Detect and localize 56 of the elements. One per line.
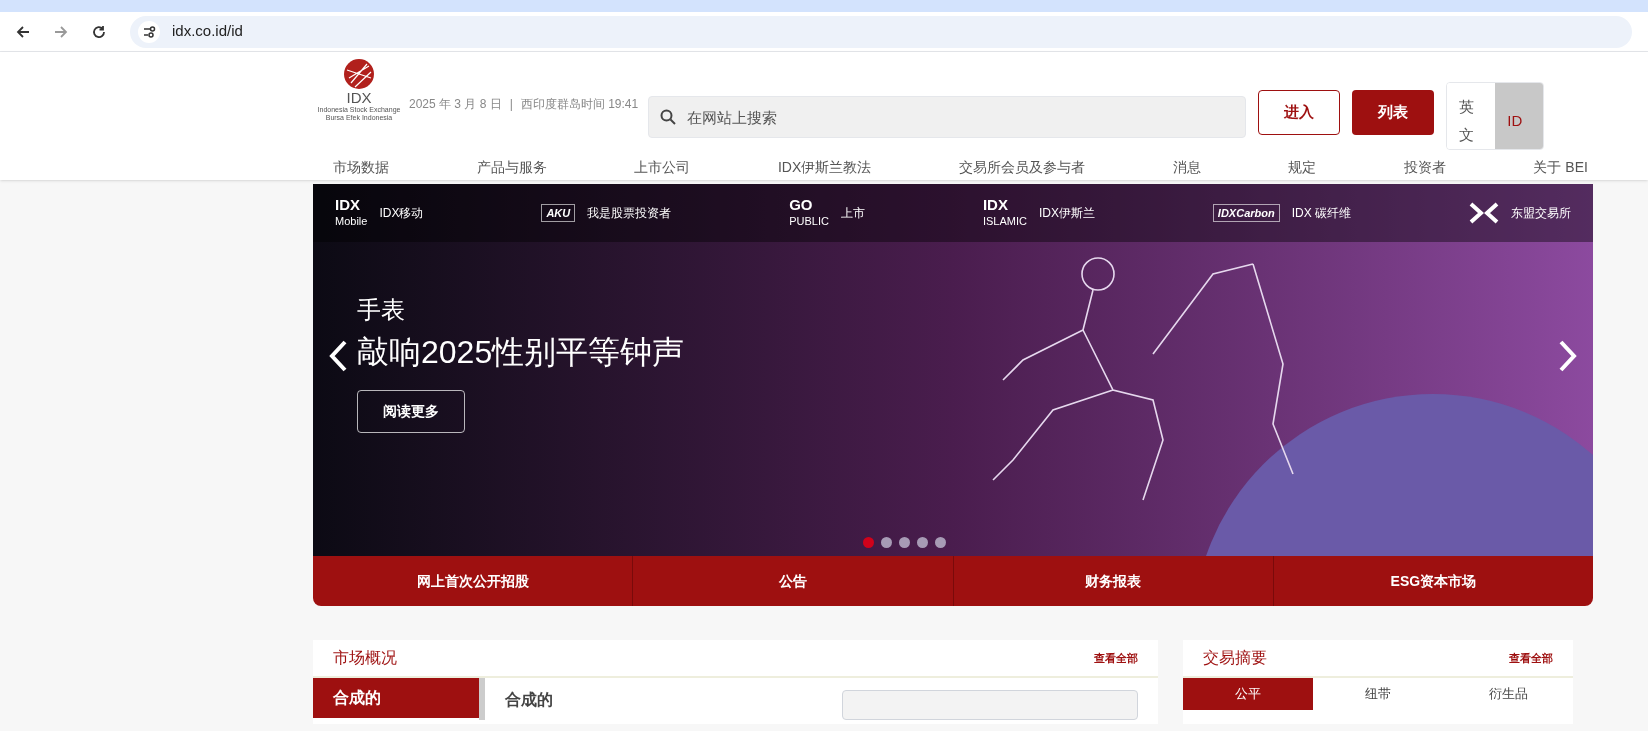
chevrons-icon	[1469, 202, 1499, 224]
search-icon	[660, 109, 677, 125]
logo-text: ISLAMIC	[982, 214, 1027, 229]
quick-link-label: IDX 碳纤维	[1291, 205, 1352, 222]
view-all-link[interactable]: 查看全部	[1509, 649, 1553, 667]
card-title: 交易摘要	[1203, 648, 1267, 668]
view-all-link[interactable]: 查看全部	[1094, 649, 1138, 667]
section-heading: 合成的	[505, 690, 553, 710]
globe-icon	[343, 58, 375, 90]
banner-tab[interactable]: ESG资本市场	[1272, 556, 1593, 606]
nav-link[interactable]: 投资者	[1403, 157, 1446, 178]
logo-text: Mobile	[335, 214, 368, 229]
reload-icon[interactable]	[92, 24, 106, 39]
quick-link-label: IDX伊斯兰	[1038, 205, 1095, 222]
quick-link-logo: IDXCarbon	[1212, 203, 1280, 223]
login-button[interactable]: 进入	[1258, 90, 1341, 135]
next-arrow-icon[interactable]	[1559, 340, 1577, 372]
time-text: 西印度群岛时间 19:41	[520, 96, 639, 113]
card-title: 市场概况	[333, 648, 397, 668]
logo-text: PUBLIC	[789, 214, 829, 229]
url-text: idx.co.id/id	[172, 21, 243, 42]
banner-tab[interactable]: 公告	[632, 556, 953, 606]
nav-link[interactable]: 上市公司	[634, 157, 691, 178]
logo-text: GO	[789, 197, 814, 213]
quick-link-label: IDX移动	[379, 205, 424, 222]
select-field[interactable]	[842, 690, 1138, 720]
search-field[interactable]: 在网站上搜索	[648, 96, 1247, 138]
tab[interactable]: 公平	[1183, 678, 1313, 710]
address-bar[interactable]: idx.co.id/id	[130, 15, 1632, 48]
nav-link[interactable]: 市场数据	[333, 157, 389, 178]
banner-subtitle: 手表	[357, 295, 405, 325]
separator-text: |	[509, 96, 513, 113]
quick-link-label: 我是股票投资者	[587, 205, 672, 222]
logo-text: IDX	[335, 197, 361, 213]
banner-tab[interactable]: 财务报表	[952, 556, 1273, 606]
site-settings-icon[interactable]	[138, 20, 160, 43]
nav-link[interactable]: 关于 BEI	[1533, 157, 1588, 178]
banner-tab[interactable]: 网上首次公开招股	[313, 556, 633, 606]
side-menu-item[interactable]: 合成的	[313, 678, 479, 718]
nav-link[interactable]: 交易所会员及参与者	[958, 157, 1085, 178]
read-more-button[interactable]: 阅读更多	[357, 390, 465, 433]
forward-icon[interactable]	[54, 24, 68, 39]
nav-link[interactable]: 产品与服务	[476, 157, 547, 178]
previous-arrow-icon[interactable]	[329, 340, 347, 372]
language-option[interactable]: ID	[1495, 83, 1544, 149]
nav-link[interactable]: 消息	[1172, 157, 1201, 178]
quick-link-logo: AKU	[541, 203, 576, 223]
logo-text: IDX	[982, 197, 1009, 213]
quick-link-label: 东盟交易所	[1511, 205, 1571, 222]
quick-link-label: 上市	[840, 205, 865, 222]
banner-title: 敲响2025性别平等钟声	[357, 333, 685, 372]
nav-link[interactable]: IDX伊斯兰教法	[777, 157, 872, 178]
register-button[interactable]: 列表	[1352, 90, 1435, 135]
nav-link[interactable]: 规定	[1288, 157, 1317, 178]
back-icon[interactable]	[16, 24, 30, 39]
date-text: 2025 年 3 月 8 日	[409, 96, 502, 113]
